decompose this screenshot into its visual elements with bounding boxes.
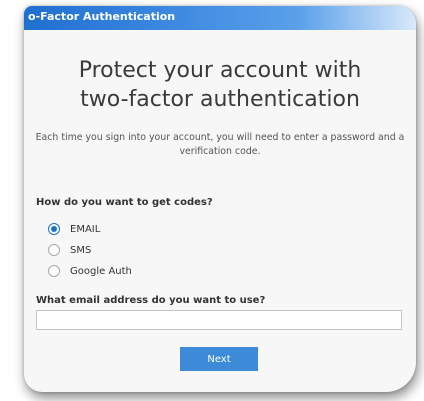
radio-option-email[interactable]: EMAIL bbox=[48, 223, 100, 235]
page-heading: Protect your account with two-factor aut… bbox=[24, 56, 416, 114]
two-factor-dialog: o-Factor Authentication Protect your acc… bbox=[24, 6, 416, 392]
description-line-2: verification code. bbox=[179, 146, 261, 157]
title-bar[interactable]: o-Factor Authentication bbox=[24, 6, 416, 30]
radio-google-auth-label[interactable]: Google Auth bbox=[70, 266, 132, 277]
radio-option-google-auth[interactable]: Google Auth bbox=[48, 265, 132, 277]
screen: o-Factor Authentication Protect your acc… bbox=[0, 0, 424, 401]
heading-line-1: Protect your account with bbox=[78, 58, 362, 83]
description-line-1: Each time you sign into your account, yo… bbox=[35, 132, 405, 143]
next-button[interactable]: Next bbox=[180, 347, 258, 371]
radio-google-auth[interactable] bbox=[48, 265, 60, 277]
heading-line-2: two-factor authentication bbox=[80, 87, 360, 112]
description: Each time you sign into your account, yo… bbox=[30, 131, 410, 159]
window-title: o-Factor Authentication bbox=[28, 10, 176, 23]
radio-sms[interactable] bbox=[48, 244, 60, 256]
radio-option-sms[interactable]: SMS bbox=[48, 244, 91, 256]
radio-sms-label[interactable]: SMS bbox=[70, 245, 91, 256]
email-field[interactable] bbox=[36, 310, 402, 330]
email-label: What email address do you want to use? bbox=[36, 295, 266, 306]
radio-email[interactable] bbox=[48, 223, 60, 235]
radio-email-label[interactable]: EMAIL bbox=[70, 224, 100, 235]
method-question: How do you want to get codes? bbox=[36, 197, 213, 208]
